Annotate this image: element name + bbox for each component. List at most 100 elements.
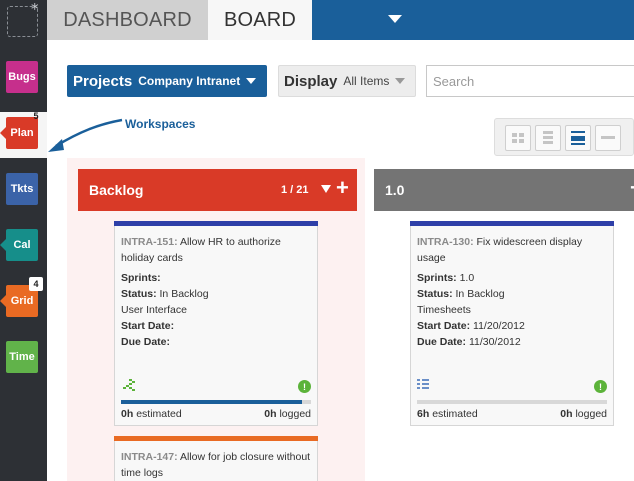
- estimated-hours: 6h estimated: [417, 408, 478, 420]
- chevron-down-icon: [246, 78, 257, 84]
- app-tickets[interactable]: Tkts: [6, 173, 38, 205]
- field-label: Due Date:: [417, 336, 467, 348]
- app-label: Tkts: [10, 183, 34, 195]
- view-toggle-group: [494, 118, 634, 156]
- projects-dropdown[interactable]: Projects Company Intranet: [67, 65, 267, 97]
- card-row: User Interface: [121, 302, 311, 318]
- card-row: Due Date: 11/30/2012: [417, 334, 607, 350]
- tab-dashboard[interactable]: DASHBOARD: [47, 0, 208, 40]
- projects-label: Projects: [73, 72, 133, 90]
- display-dropdown[interactable]: Display All Items: [278, 65, 416, 97]
- tab-board[interactable]: BOARD: [208, 0, 312, 40]
- column-count: 1 / 21: [281, 184, 309, 196]
- app-root: * Bugs Plan 5 Tkts Cal Grid 4 Time DASHB…: [0, 0, 634, 481]
- list-view-button[interactable]: [535, 125, 561, 151]
- field-value: In Backlog: [159, 288, 209, 300]
- logged-hours: 0h logged: [560, 408, 607, 420]
- field-label: Due Date:: [121, 336, 171, 348]
- card-fields: Sprints: 1.0 Status: In Backlog Timeshee…: [417, 270, 607, 350]
- card-row: Due Date:: [121, 334, 311, 350]
- field-value: Timesheets: [417, 304, 471, 316]
- field-label: Status:: [417, 288, 453, 300]
- card-title: INTRA-147: Allow for job closure without…: [121, 449, 311, 481]
- logged-hours: 0h logged: [264, 408, 311, 420]
- chevron-down-icon[interactable]: [321, 185, 331, 193]
- grid-view-button[interactable]: [505, 125, 531, 151]
- card-footer: 0h estimated 0h logged: [121, 406, 311, 422]
- field-label: Status:: [121, 288, 157, 300]
- chevron-down-icon: [395, 78, 406, 84]
- app-label: Cal: [13, 239, 31, 251]
- card-row: Sprints: 1.0: [417, 270, 607, 286]
- card-key[interactable]: INTRA-147:: [121, 451, 178, 463]
- app-label: Plan: [10, 127, 34, 139]
- card-intra-151[interactable]: INTRA-151: Allow HR to authorize holiday…: [114, 221, 318, 426]
- search-input[interactable]: [426, 65, 634, 97]
- card-row: Sprints:: [121, 270, 311, 286]
- field-label: Sprints:: [417, 272, 457, 284]
- card-row: Start Date: 11/20/2012: [417, 318, 607, 334]
- card-title: INTRA-151: Allow HR to authorize holiday…: [121, 234, 311, 266]
- card-title: INTRA-130: Fix widescreen display usage: [417, 234, 607, 266]
- column-header-backlog: Backlog 1 / 21 +: [78, 169, 357, 211]
- selected-notch-icon: [0, 126, 7, 140]
- card-fields: Sprints: Status: In Backlog User Interfa…: [121, 270, 311, 350]
- progress-fill: [121, 400, 302, 404]
- card-intra-130[interactable]: INTRA-130: Fix widescreen display usage …: [410, 221, 614, 426]
- add-card-icon[interactable]: +: [630, 177, 634, 199]
- checklist-icon: [417, 379, 429, 389]
- chevron-down-icon[interactable]: [388, 15, 402, 23]
- card-color-strip: [410, 221, 614, 226]
- card-color-strip: [114, 436, 318, 441]
- app-sidebar: * Bugs Plan 5 Tkts Cal Grid 4 Time: [0, 0, 47, 481]
- app-bugs[interactable]: Bugs: [6, 61, 38, 93]
- add-card-icon[interactable]: +: [336, 177, 349, 199]
- field-label: Start Date:: [121, 320, 175, 332]
- progress-bar: [121, 400, 311, 404]
- app-calendar[interactable]: Cal: [6, 229, 38, 261]
- columns-view-icon: [571, 131, 585, 145]
- field-value: 1.0: [459, 272, 475, 284]
- compact-view-icon: [601, 136, 615, 139]
- field-value: 11/20/2012: [473, 320, 525, 332]
- card-color-strip: [114, 221, 318, 226]
- app-label: Grid: [10, 295, 34, 307]
- notch-icon: [0, 238, 7, 252]
- columns-view-button[interactable]: [565, 125, 591, 151]
- card-row: Start Date:: [121, 318, 311, 334]
- alert-icon[interactable]: !: [594, 380, 607, 393]
- field-value: In Backlog: [455, 288, 505, 300]
- display-value: All Items: [343, 74, 390, 88]
- estimated-hours: 0h estimated: [121, 408, 182, 420]
- notch-icon: [0, 294, 7, 308]
- star-icon: *: [31, 0, 39, 18]
- field-value: User Interface: [121, 304, 187, 316]
- card-intra-147[interactable]: INTRA-147: Allow for job closure without…: [114, 436, 318, 481]
- field-label: Sprints:: [121, 272, 161, 284]
- workspaces-annotation: Workspaces: [125, 117, 196, 131]
- field-label: Start Date:: [417, 320, 471, 332]
- column-title: 1.0: [385, 182, 405, 198]
- app-time[interactable]: Time: [6, 341, 38, 373]
- alert-icon[interactable]: !: [298, 380, 311, 393]
- field-value: 11/30/2012: [468, 336, 521, 348]
- card-row: Timesheets: [417, 302, 607, 318]
- app-badge: 5: [33, 111, 39, 121]
- app-label: Time: [9, 351, 35, 363]
- card-key[interactable]: INTRA-130:: [417, 236, 474, 248]
- display-label: Display: [284, 72, 338, 90]
- subtasks-icon: [123, 379, 135, 391]
- app-badge: 4: [29, 277, 43, 291]
- column-header-1-0: 1.0 +: [374, 169, 634, 211]
- card-row: Status: In Backlog: [121, 286, 311, 302]
- annotation-arrow-icon: [48, 118, 123, 152]
- compact-view-button[interactable]: [595, 125, 621, 151]
- grid-view-icon: [512, 133, 524, 143]
- projects-value: Company Intranet: [138, 74, 241, 88]
- app-label: Bugs: [8, 71, 36, 83]
- card-footer: 6h estimated 0h logged: [417, 406, 607, 422]
- card-key[interactable]: INTRA-151:: [121, 236, 178, 248]
- column-title: Backlog: [89, 182, 144, 198]
- progress-bar: [417, 400, 607, 404]
- card-row: Status: In Backlog: [417, 286, 607, 302]
